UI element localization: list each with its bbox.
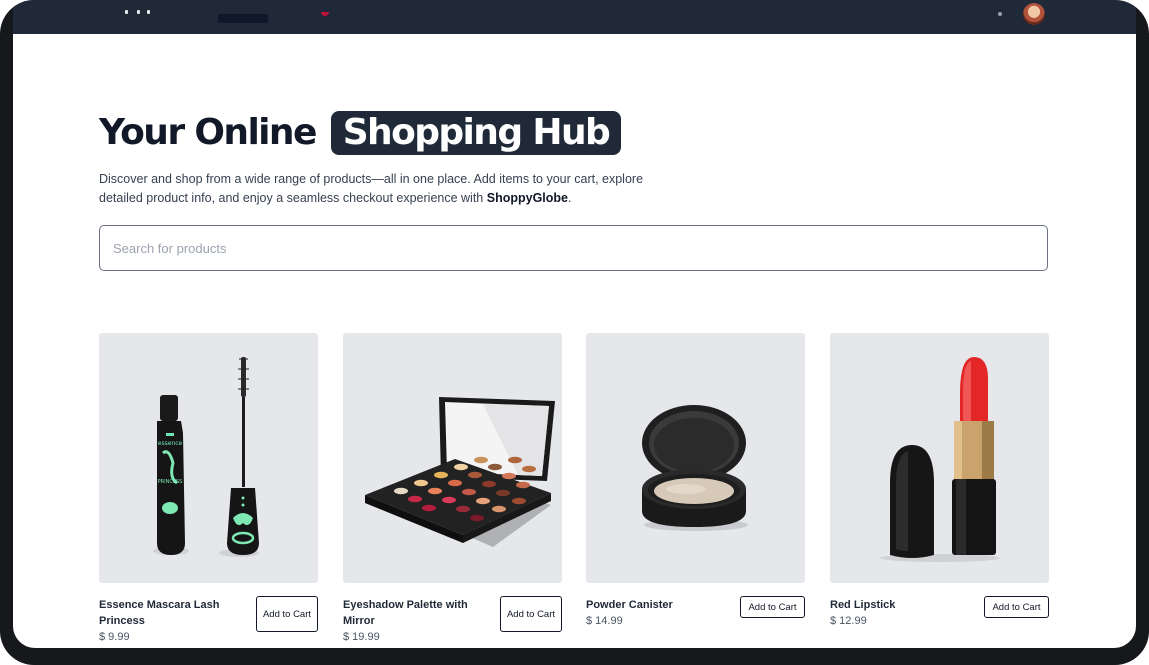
svg-text:essence: essence	[158, 440, 183, 447]
product-name[interactable]: Essence Mascara Lash Princess	[99, 597, 239, 629]
product-card[interactable]: Powder Canister $ 14.99 Add to Cart	[586, 333, 805, 645]
add-to-cart-button[interactable]: Add to Cart	[740, 596, 805, 618]
product-price: $ 12.99	[830, 615, 867, 627]
svg-text:PRINCESS: PRINCESS	[158, 479, 183, 485]
add-to-cart-button[interactable]: Add to Cart	[984, 596, 1049, 618]
product-info: Powder Canister $ 14.99 Add to Cart	[586, 583, 805, 645]
page-title: Your Online Shopping Hub	[99, 110, 622, 156]
search-input[interactable]	[99, 225, 1048, 271]
nav-link-active[interactable]	[218, 14, 268, 23]
product-name[interactable]: Red Lipstick	[830, 597, 970, 613]
lipstick-image[interactable]	[830, 333, 1049, 583]
product-info: Essence Mascara Lash Princess $ 9.99 Add…	[99, 583, 318, 645]
product-price: $ 14.99	[586, 615, 623, 627]
cart-badge	[321, 12, 329, 16]
title-highlight: Shopping Hub	[330, 111, 622, 155]
hero-description: Discover and shop from a wide range of p…	[99, 170, 679, 208]
navbar	[13, 0, 1136, 34]
product-info: Eyeshadow Palette with Mirror $ 19.99 Ad…	[343, 583, 562, 645]
hero-description-end: .	[567, 191, 572, 205]
brand-name: ShoppyGlobe	[486, 191, 568, 205]
product-price: $ 19.99	[343, 631, 380, 643]
cart-icon[interactable]	[998, 12, 1002, 16]
product-card[interactable]: Red Lipstick $ 12.99 Add to Cart	[830, 333, 1049, 645]
logo-icon[interactable]	[125, 10, 159, 16]
title-plain: Your Online	[99, 112, 317, 153]
product-card[interactable]: essence PRINCESS Essence Mascara Lash Pr…	[99, 333, 318, 645]
avatar[interactable]	[1023, 3, 1045, 25]
powder-canister-image[interactable]	[586, 333, 805, 583]
add-to-cart-button[interactable]: Add to Cart	[500, 596, 562, 632]
product-name[interactable]: Eyeshadow Palette with Mirror	[343, 597, 483, 629]
product-name[interactable]: Powder Canister	[586, 597, 726, 613]
product-card[interactable]: Eyeshadow Palette with Mirror $ 19.99 Ad…	[343, 333, 562, 645]
product-info: Red Lipstick $ 12.99 Add to Cart	[830, 583, 1049, 645]
mascara-image[interactable]: essence PRINCESS	[99, 333, 318, 583]
device-frame: Your Online Shopping Hub Discover and sh…	[0, 0, 1149, 665]
browser-viewport: Your Online Shopping Hub Discover and sh…	[13, 0, 1136, 648]
add-to-cart-button[interactable]: Add to Cart	[256, 596, 318, 632]
product-price: $ 9.99	[99, 631, 130, 643]
eyeshadow-palette-image[interactable]	[343, 333, 562, 583]
